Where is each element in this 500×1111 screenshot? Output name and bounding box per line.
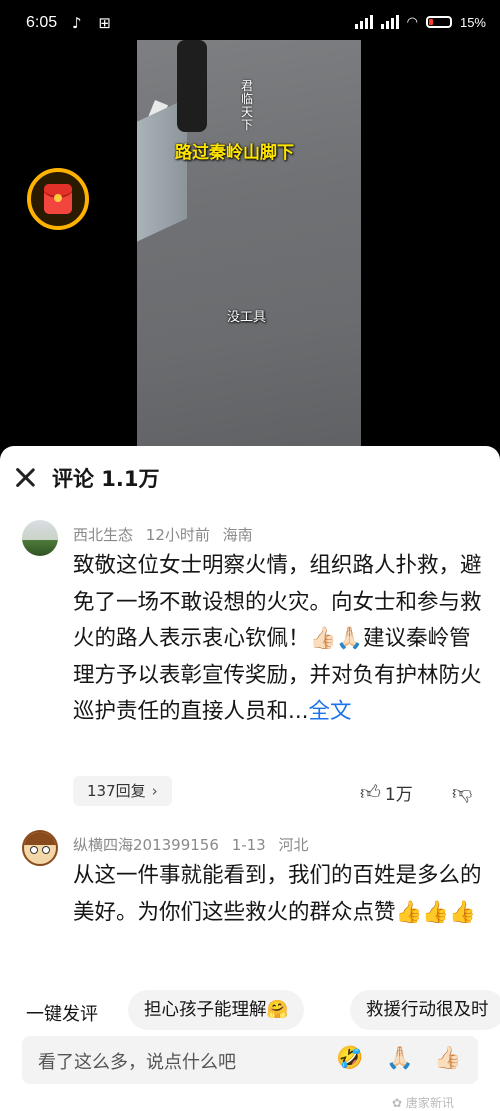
thumbs-down-icon: 👎︎ — [452, 780, 473, 804]
comments-header: 评论 1.1万 — [0, 446, 500, 508]
comment-emoji: 👍🏻🙏🏻 — [309, 626, 364, 651]
red-packet-icon[interactable] — [27, 168, 89, 230]
comment-emoji: 👍👍👍 — [395, 899, 476, 925]
expand-full-link[interactable]: 全文 — [309, 699, 352, 724]
like-button[interactable]: 👍︎ 1万 — [360, 780, 413, 805]
view-replies-button[interactable]: 137回复 › — [73, 776, 172, 806]
status-right: ◠ 15% — [354, 14, 486, 30]
notification-icons: ♪ ⊞ — [72, 14, 117, 32]
video-subtitle: 没工具 — [227, 310, 267, 325]
comment-location: 河北 — [278, 836, 309, 854]
video-watermark-text: 君临天下 — [241, 79, 254, 132]
thumbs-up-emoji-button[interactable]: 👍🏻 — [434, 1046, 461, 1071]
comment-meta: 西北生态 12小时前 海南 — [73, 524, 253, 545]
video-player[interactable]: 君临天下 路过秦岭山脚下 没工具 — [137, 40, 361, 450]
comment-location: 海南 — [222, 526, 253, 544]
comment-input-placeholder: 看了这么多，说点什么吧 — [38, 1052, 236, 1073]
comments-sheet: 评论 1.1万 西北生态 12小时前 海南 致敬这位女士明察火情，组织路人扑救，… — [0, 446, 500, 1111]
thumbs-up-icon: 👍︎ — [360, 780, 381, 804]
signal-icon-2 — [380, 15, 399, 29]
comment-input[interactable]: 看了这么多，说点什么吧 🤣 🙏🏻 👍🏻 — [22, 1036, 478, 1084]
comment-username[interactable]: 纵横四海201399156 — [73, 836, 219, 854]
comments-title: 评论 1.1万 — [52, 467, 160, 491]
comment-meta: 纵横四海201399156 1-13 河北 — [73, 834, 309, 855]
chevron-right-icon: › — [151, 782, 158, 800]
quick-reply-chip[interactable]: 救援行动很及时 — [350, 990, 500, 1030]
status-time: 6:05 — [26, 14, 58, 31]
quick-reply-bar: 一键发评 担心孩子能理解🤗 救援行动很及时 — [0, 990, 500, 1034]
avatar[interactable] — [22, 830, 58, 866]
quick-reply-label: 一键发评 — [26, 1004, 98, 1025]
close-icon[interactable] — [14, 466, 36, 488]
wifi-icon: ◠ — [406, 14, 418, 29]
comment-text[interactable]: 从这一件事就能看到，我们的百姓是多么的美好。为你们这些救火的群众点赞👍👍👍 — [73, 858, 483, 931]
battery-icon — [425, 16, 452, 28]
dislike-button[interactable]: 👎︎ — [452, 780, 472, 805]
like-count: 1万 — [384, 785, 413, 805]
comment-time: 1-13 — [231, 836, 266, 854]
reply-count-label: 137回复 — [87, 782, 146, 800]
battery-percent: 15% — [459, 14, 486, 30]
comment-username[interactable]: 西北生态 — [73, 526, 133, 544]
person-figure — [177, 40, 207, 132]
pray-emoji-button[interactable]: 🙏🏻 — [386, 1046, 413, 1071]
quick-reply-chip[interactable]: 担心孩子能理解🤗 — [128, 990, 305, 1030]
laugh-emoji-button[interactable]: 🤣 — [336, 1046, 363, 1071]
signal-icon — [354, 15, 373, 29]
video-caption: 路过秦岭山脚下 — [175, 143, 294, 163]
watermark: ✿ 唐家新讯 — [392, 1096, 454, 1110]
comment-time: 12小时前 — [145, 526, 210, 544]
avatar[interactable] — [22, 520, 58, 556]
comment-text[interactable]: 致敬这位女士明察火情，组织路人扑救，避免了一场不敢设想的火灾。向女士和参与救火的… — [73, 548, 483, 731]
